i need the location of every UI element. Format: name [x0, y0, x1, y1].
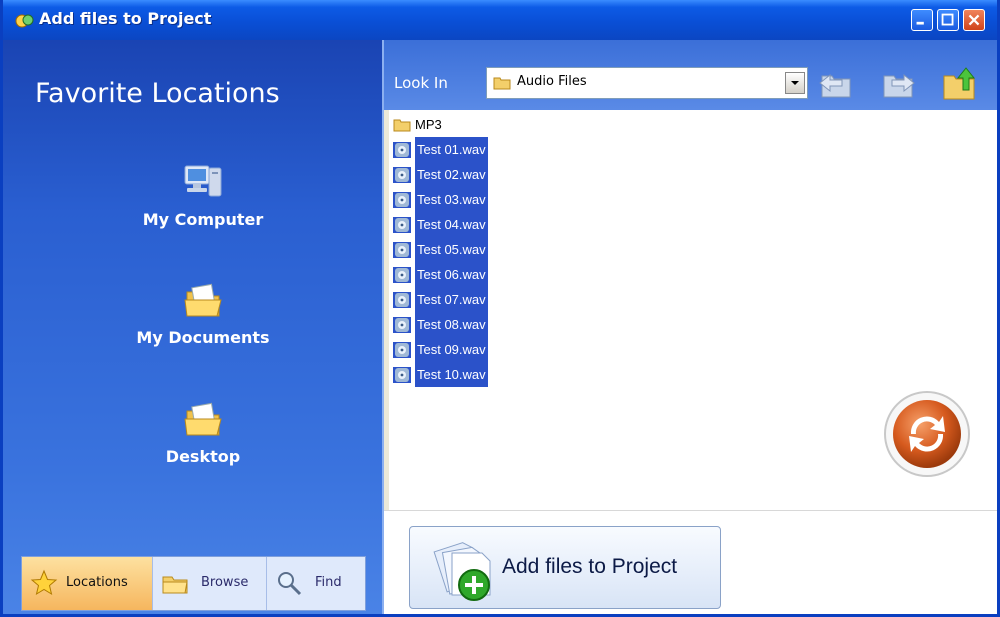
tab-find[interactable]: Find [267, 557, 365, 610]
audio-file-icon [393, 292, 411, 308]
audio-file-icon [393, 167, 411, 183]
audio-file-icon [393, 367, 411, 383]
audio-file-icon [393, 217, 411, 233]
audio-file-icon [393, 317, 411, 333]
dropdown-button[interactable] [785, 72, 805, 94]
app-icon [15, 14, 34, 28]
look-in-select[interactable]: Audio Files [486, 67, 808, 99]
maximize-icon [941, 13, 954, 26]
panel-tab-bar: Locations Browse Find [21, 556, 366, 611]
folder-icon [393, 119, 411, 132]
magnifier-icon [278, 572, 302, 596]
add-files-icon [433, 542, 491, 601]
look-in-value: Audio Files [517, 74, 587, 89]
chevron-down-icon [791, 81, 799, 85]
minimize-button[interactable] [911, 9, 933, 31]
location-desktop[interactable]: Desktop [83, 397, 323, 466]
folder-open-icon [184, 283, 222, 317]
up-folder-icon[interactable] [940, 64, 980, 102]
file-name: Test 07.wav [415, 287, 488, 312]
location-my-documents[interactable]: My Documents [83, 278, 323, 347]
file-name: Test 01.wav [415, 137, 488, 162]
add-files-label: Add files to Project [502, 555, 678, 578]
favorites-heading: Favorite Locations [35, 78, 280, 109]
look-in-label: Look In [394, 74, 448, 92]
maximize-button[interactable] [937, 9, 959, 31]
folder-icon [162, 576, 188, 594]
file-name: Test 02.wav [415, 162, 488, 187]
tab-locations[interactable]: Locations [22, 557, 153, 610]
file-name: Test 06.wav [415, 262, 488, 287]
tab-browse[interactable]: Browse [153, 557, 267, 610]
audio-file-icon [393, 342, 411, 358]
minimize-icon [916, 21, 924, 25]
folder-open-icon [184, 402, 222, 436]
location-label: My Documents [136, 328, 270, 347]
refresh-icon[interactable] [881, 388, 973, 480]
file-name: MP3 [415, 117, 442, 132]
file-name: Test 08.wav [415, 312, 488, 337]
title-bar[interactable]: Add files to Project [3, 0, 997, 40]
window-title: Add files to Project [39, 9, 212, 28]
file-name: Test 03.wav [415, 187, 488, 212]
location-toolbar: Look In Audio Files [384, 40, 997, 110]
add-files-dialog: Add files to Project Favorite Locations … [0, 0, 1000, 617]
audio-file-icon [393, 242, 411, 258]
location-label: Desktop [165, 447, 241, 466]
close-icon [968, 14, 980, 26]
file-name: Test 04.wav [415, 212, 488, 237]
close-button[interactable] [963, 9, 985, 31]
file-name: Test 09.wav [415, 337, 488, 362]
file-name: Test 05.wav [415, 237, 488, 262]
add-files-button[interactable]: Add files to Project [409, 526, 721, 609]
computer-icon [184, 165, 222, 197]
tab-label: Find [315, 575, 342, 590]
favorites-panel: Favorite Locations My Computer My Docume… [3, 40, 384, 614]
tab-label: Browse [201, 575, 249, 590]
location-my-computer[interactable]: My Computer [83, 160, 323, 229]
forward-icon[interactable] [878, 64, 918, 102]
tab-label: Locations [66, 575, 128, 590]
location-label: My Computer [142, 210, 264, 229]
folder-icon [493, 77, 511, 90]
audio-file-icon [393, 192, 411, 208]
audio-file-icon [393, 267, 411, 283]
audio-file-icon [393, 142, 411, 158]
back-icon[interactable] [816, 64, 856, 102]
star-icon [30, 569, 58, 596]
file-name: Test 10.wav [415, 362, 488, 387]
